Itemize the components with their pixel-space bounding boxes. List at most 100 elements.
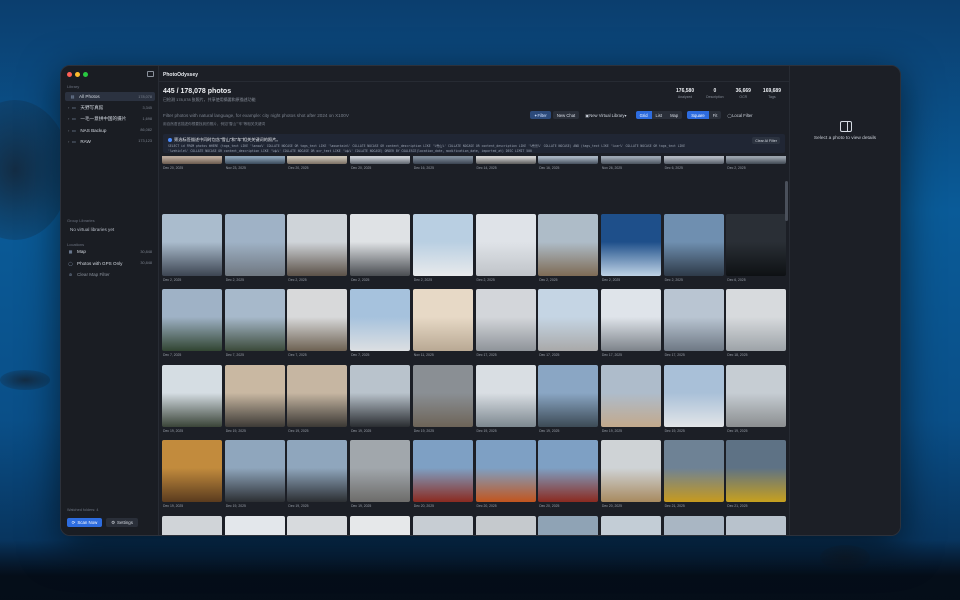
sidebar-item-library-0[interactable]: ▤ All Photos 178,078 [65,92,155,101]
photo-thumbnail[interactable] [162,289,222,351]
thumb-mode-toggle: Square Fit [687,111,722,119]
photo-thumbnail[interactable] [162,440,222,502]
square-thumb-button[interactable]: Square [687,111,709,119]
minimize-window-button[interactable] [75,72,80,77]
photo-thumbnail[interactable] [287,289,348,351]
photo-thumbnail[interactable] [350,156,411,164]
photo-thumbnail[interactable] [663,364,724,427]
photo-thumbnail[interactable] [224,289,285,351]
sidebar-item-library-2[interactable]: › ▭ 一毛一意拼中国的摄片 1,698 [65,114,155,123]
photo-thumbnail[interactable] [162,515,222,535]
photo-thumbnail[interactable] [538,156,599,164]
chevron-right-icon[interactable]: › [68,116,69,121]
photo-thumbnail[interactable] [162,213,222,276]
photo-thumbnail[interactable] [350,289,411,351]
photo-thumbnail[interactable] [726,289,787,351]
photo-thumbnail[interactable] [600,440,661,502]
photo-thumbnail[interactable] [224,364,285,427]
new-virtual-library-button[interactable]: ▣ New Virtual Library ▾ [581,111,630,119]
photo-thumbnail[interactable] [600,289,661,351]
photo-thumbnail[interactable] [538,515,599,535]
sidebar-toggle-icon[interactable] [147,71,154,77]
photo-thumbnail[interactable] [475,213,536,276]
photo-thumbnail[interactable] [538,289,599,351]
photo-thumbnail[interactable] [287,515,348,535]
photo-thumbnail[interactable] [538,440,599,502]
photo-thumbnail[interactable] [538,364,599,427]
grid-view-button[interactable]: Grid [635,111,652,119]
photo-thumbnail[interactable] [663,213,724,276]
settings-button[interactable]: ⚙ Settings [106,518,138,527]
photo-thumbnail[interactable] [663,440,724,502]
sidebar-item-library-1[interactable]: › ▭ 天野写真館 3,345 [65,103,155,112]
photo-thumbnail[interactable] [287,213,348,276]
photo-thumbnail[interactable] [663,156,724,164]
photo-thumbnail[interactable] [350,364,411,427]
sidebar-item-location-1[interactable]: ◯ Photos with GPS Only 30,848 [65,259,155,268]
photo-thumbnail[interactable] [412,213,473,276]
photo-thumbnail[interactable] [663,515,724,535]
chevron-right-icon[interactable]: › [68,139,69,144]
photo-thumbnail[interactable] [224,440,285,502]
photo-thumbnail[interactable] [475,440,536,502]
photo-thumbnail[interactable] [726,364,787,427]
close-window-button[interactable] [67,72,72,77]
photo-date-label: Dec 19, 2025 [288,504,309,508]
photo-thumbnail[interactable] [663,289,724,351]
photo-thumbnail[interactable] [287,156,348,164]
photo-thumbnail[interactable] [224,156,285,164]
photo-thumbnail[interactable] [726,213,787,276]
sidebar-item-label: 天野写真館 [80,104,104,110]
grid-scrollbar[interactable] [785,181,788,221]
photo-thumbnail[interactable] [350,515,411,535]
list-view-button[interactable]: List [651,111,667,119]
sidebar-item-location-0[interactable]: ▦ Map 30,848 [65,247,155,256]
stat-description: 0 Description [706,88,724,99]
photo-thumbnail[interactable] [224,515,285,535]
photo-thumbnail[interactable] [162,156,222,164]
photo-date-label: Dec 19, 2025 [163,504,184,508]
photo-thumbnail[interactable] [224,213,285,276]
photo-thumbnail[interactable] [287,364,348,427]
photo-thumbnail[interactable] [475,515,536,535]
photo-thumbnail[interactable] [600,213,661,276]
sidebar-item-library-3[interactable]: › ▭ NAS Backup 86,082 [65,126,155,135]
new-chat-button[interactable]: New Chat [552,111,580,119]
filter-button[interactable]: ✦ Filter [530,111,551,119]
fit-thumb-button[interactable]: Fit [708,111,722,119]
photo-date-label: Dec 19, 2025 [601,428,623,433]
photo-thumbnail[interactable] [287,440,348,502]
photo-thumbnail[interactable] [475,364,536,427]
photo-thumbnail[interactable] [350,440,411,502]
chevron-right-icon[interactable]: › [68,128,69,133]
clear-ai-filter-button[interactable]: Clear AI Filter [752,137,780,144]
photo-thumbnail[interactable] [726,515,787,535]
photo-thumbnail[interactable] [412,156,473,164]
photo-thumbnail[interactable] [412,515,473,535]
photo-thumbnail[interactable] [475,156,536,164]
photo-thumbnail[interactable] [600,364,661,427]
photo-thumbnail[interactable] [412,440,473,502]
main-content: PhotoOdyssey 445 / 178,078 photos 已检测 17… [159,66,789,535]
local-filter-toggle[interactable]: ◯ Local Filter [723,111,756,119]
stat-tags: 169,689 Tags [762,88,781,99]
photo-thumbnail[interactable] [162,364,222,427]
scan-now-button[interactable]: ⟳ Scan Now [67,518,102,527]
chevron-right-icon[interactable]: › [68,105,69,110]
photo-thumbnail[interactable] [475,289,536,351]
map-view-button[interactable]: Map [666,111,683,119]
zoom-window-button[interactable] [83,72,88,77]
photo-thumbnail[interactable] [600,515,661,535]
photo-thumbnail[interactable] [726,440,787,502]
sidebar-item-label: NAS Backup [80,127,107,133]
sidebar-item-library-4[interactable]: › ▭ RAW 173,123 [65,137,155,146]
photo-thumbnail[interactable] [600,156,661,164]
photo-thumbnail[interactable] [538,213,599,276]
photo-thumbnail[interactable] [412,364,473,427]
search-input[interactable] [163,110,528,120]
sidebar-item-location-2[interactable]: ⊘ Clear Map Filter [65,270,155,279]
photo-thumbnail[interactable] [726,156,787,164]
photo-thumbnail[interactable] [412,289,473,351]
photo-date-label: Dec 2, 2025 [225,277,244,282]
photo-thumbnail[interactable] [350,213,411,276]
